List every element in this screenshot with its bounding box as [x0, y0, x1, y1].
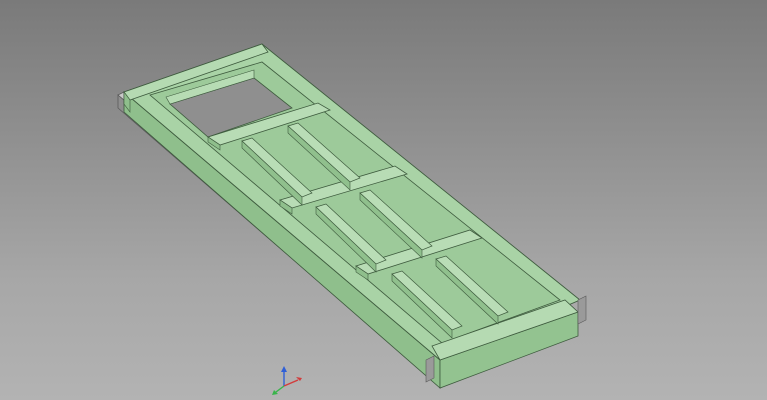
axis-gizmo [272, 366, 302, 395]
grey-stub-left [425, 355, 435, 383]
frame-body[interactable] [123, 43, 581, 389]
axis-z-arrow [281, 366, 287, 372]
axis-y-line [275, 385, 285, 393]
axis-x-line [283, 379, 299, 387]
cad-model-scene[interactable] [0, 0, 767, 400]
grey-stub-right [577, 295, 587, 325]
3d-viewport[interactable] [0, 0, 767, 400]
